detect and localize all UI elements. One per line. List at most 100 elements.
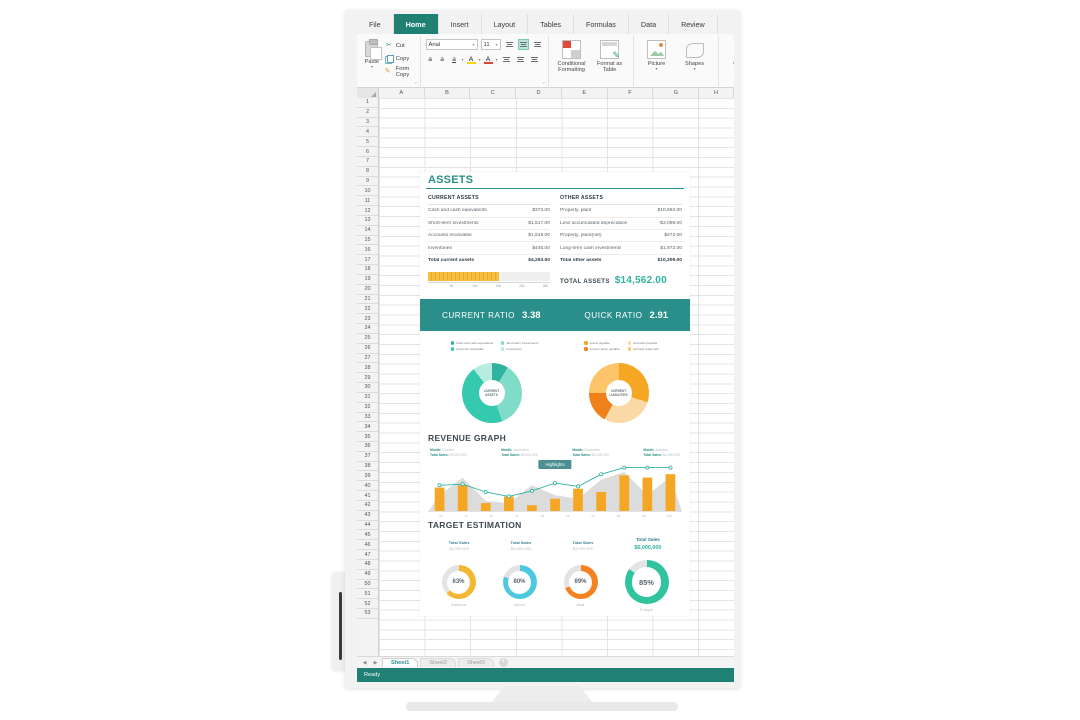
ribbon-tab-home[interactable]: Home [393,14,439,34]
underline-button[interactable]: a [450,56,459,63]
row-header-30[interactable]: 30 [357,383,378,393]
row-header-39[interactable]: 39 [357,471,378,482]
row-header-44[interactable]: 44 [357,521,378,531]
chevron-down-icon[interactable]: ▾ [694,67,696,71]
sheet-tab-sheet3[interactable]: Sheet3 [458,658,494,667]
indent-decrease-button[interactable] [501,54,512,65]
row-header-10[interactable]: 10 [357,186,378,197]
row-header-29[interactable]: 29 [357,373,378,384]
row-header-36[interactable]: 36 [357,442,378,452]
row-header-21[interactable]: 21 [357,295,378,305]
row-header-31[interactable]: 31 [357,393,378,403]
chevron-down-icon[interactable]: ▾ [371,65,373,69]
sheet-tab-sheet2[interactable]: Sheet2 [420,658,457,667]
row-header-46[interactable]: 46 [357,540,378,551]
row-header-16[interactable]: 16 [357,245,378,256]
row-header-52[interactable]: 52 [357,599,378,610]
align-center-button[interactable] [517,39,529,50]
italic-button[interactable]: a [438,56,447,63]
worksheet-grid[interactable]: ABCDEFGH 1 2 3 4 5 6 7 8 9 10 11 12 13 14 15 16 17 18 19 20… [357,88,734,656]
row-header-40[interactable]: 40 [357,481,378,492]
row-header-41[interactable]: 41 [357,491,378,501]
ribbon-tab-tables[interactable]: Tables [528,14,574,34]
cut-button[interactable]: ✂ Cut [385,40,416,51]
row-header-19[interactable]: 19 [357,275,378,285]
conditional-formatting-button[interactable]: Conditional Formatting [553,38,591,74]
column-header-C[interactable]: C [470,88,517,98]
align-left-button[interactable] [504,39,515,50]
add-sheet-button[interactable]: + [498,658,508,667]
column-header-G[interactable]: G [653,88,700,98]
row-header-34[interactable]: 34 [357,422,378,433]
ribbon-tab-review[interactable]: Review [669,14,718,34]
format-painter-button[interactable]: ✎ Form Copy [385,66,416,78]
row-header-42[interactable]: 42 [357,501,378,511]
row-header-14[interactable]: 14 [357,226,378,236]
row-header-26[interactable]: 26 [357,344,378,354]
row-header-38[interactable]: 38 [357,462,378,472]
font-family-select[interactable]: Arial ▾ [425,39,478,50]
column-header-D[interactable]: D [516,88,562,98]
row-header-37[interactable]: 37 [357,452,378,462]
copy-button[interactable]: Copy [384,53,416,64]
bold-button[interactable]: a [426,56,435,63]
row-header-27[interactable]: 27 [357,354,378,364]
row-header-53[interactable]: 53 [357,609,378,619]
chevron-down-icon[interactable]: ▾ [462,57,464,62]
picture-button[interactable]: Picture ▾ [638,38,676,71]
row-header-8[interactable]: 8 [357,167,378,177]
row-header-17[interactable]: 17 [357,255,378,266]
paste-button[interactable]: Paste ▾ [361,38,383,69]
row-header-33[interactable]: 33 [357,413,378,423]
row-header-4[interactable]: 4 [357,127,378,138]
row-header-49[interactable]: 49 [357,570,378,580]
row-header-13[interactable]: 13 [357,216,378,226]
column-header-F[interactable]: F [607,88,654,98]
shapes-button[interactable]: Shapes ▾ [676,38,714,71]
row-header-43[interactable]: 43 [357,511,378,521]
row-header-18[interactable]: 18 [357,265,378,275]
ribbon-tab-data[interactable]: Data [628,14,670,34]
column-header-E[interactable]: E [561,88,608,98]
row-header-45[interactable]: 45 [357,530,378,541]
ribbon-tab-file[interactable]: File [357,14,394,34]
ribbon-tab-formulas[interactable]: Formulas [573,14,629,34]
ribbon-tab-insert[interactable]: Insert [438,14,482,34]
row-header-28[interactable]: 28 [357,363,378,374]
row-header-24[interactable]: 24 [357,324,378,334]
row-header-1[interactable]: 1 [357,98,378,108]
row-header-47[interactable]: 47 [357,550,378,560]
column-header-B[interactable]: B [424,88,471,98]
row-header-6[interactable]: 6 [357,147,378,157]
format-as-table-button[interactable]: Format as Table [591,38,629,74]
row-header-23[interactable]: 23 [357,314,378,325]
row-header-9[interactable]: 9 [357,177,378,187]
row-header-15[interactable]: 15 [357,236,378,246]
column-header-H[interactable]: H [699,88,734,98]
font-dialog-launcher[interactable]: ⌐ [543,80,546,85]
row-header-32[interactable]: 32 [357,403,378,413]
row-header-12[interactable]: 12 [357,206,378,216]
chevron-down-icon[interactable]: ▾ [656,67,658,71]
chevron-down-icon[interactable]: ▾ [496,57,498,62]
highlight-color-button[interactable]: A [466,56,476,64]
column-header-A[interactable]: A [378,88,425,98]
row-header-3[interactable]: 3 [357,118,378,128]
sheet-tab-sheet1[interactable]: Sheet1 [382,658,419,667]
indent-increase-button[interactable] [515,54,526,65]
row-header-5[interactable]: 5 [357,137,378,148]
row-header-11[interactable]: 11 [357,196,378,207]
chevron-down-icon[interactable]: ▾ [479,57,481,62]
row-header-20[interactable]: 20 [357,285,378,295]
row-header-7[interactable]: 7 [357,157,378,167]
row-header-2[interactable]: 2 [357,108,378,118]
font-color-button[interactable]: A [483,56,493,64]
row-header-25[interactable]: 25 [357,334,378,344]
font-size-select[interactable]: 11 ▾ [480,39,501,50]
highlights-badge[interactable]: Highlights [538,460,572,470]
ribbon-tab-layout[interactable]: Layout [481,14,529,34]
wrap-text-button[interactable] [529,54,540,65]
select-all-corner[interactable] [357,88,379,98]
row-header-51[interactable]: 51 [357,589,378,600]
align-right-button[interactable] [532,39,543,50]
